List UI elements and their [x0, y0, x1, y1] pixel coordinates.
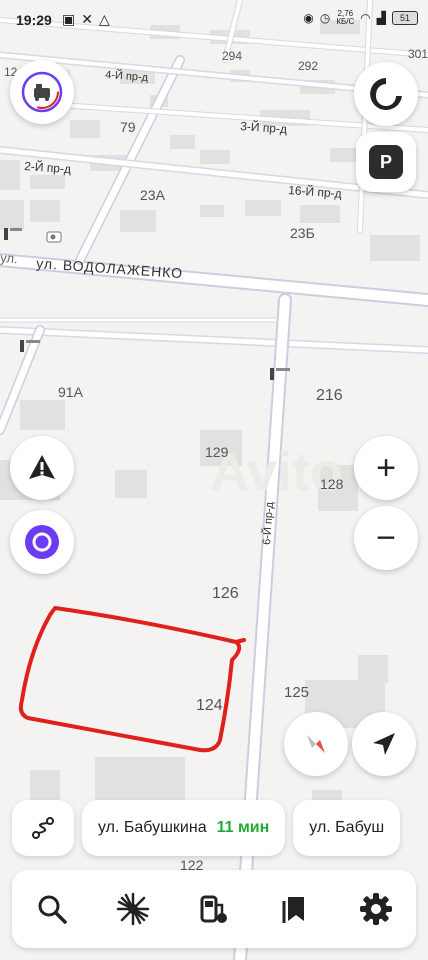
fuel-button[interactable]: [184, 879, 244, 939]
profile-button[interactable]: [10, 60, 74, 124]
house-number: 301: [408, 47, 428, 61]
alice-icon: [25, 525, 59, 559]
status-time: 19:29: [16, 12, 52, 28]
plus-icon: +: [376, 449, 396, 487]
fuel-station-icon: [200, 895, 227, 923]
bookmarks-button[interactable]: [265, 879, 325, 939]
house-number: 126: [212, 585, 239, 602]
route-suggestion-2[interactable]: ул. Бабуш: [293, 800, 401, 856]
status-left-icons: ▣ ✕ △: [62, 11, 110, 28]
wifi-icon: ◠: [360, 11, 371, 25]
road-event-warning-icon: [29, 455, 55, 479]
layers-icon: [370, 78, 402, 110]
zoom-in-button[interactable]: +: [354, 436, 418, 500]
discovery-star-icon: [116, 892, 150, 926]
status-bar: 19:29 ▣ ✕ △ ◉ ◷ 2,76 КБ/С ◠ ▟ 51: [0, 0, 428, 40]
route-destination: ул. Бабуш: [309, 819, 385, 836]
house-number: 23А: [140, 187, 166, 203]
street-prefix-label: ул.: [0, 250, 18, 266]
road-events-button[interactable]: [10, 436, 74, 500]
gear-icon: [359, 893, 392, 925]
minus-icon: −: [376, 519, 396, 557]
watermark-text: Avito: [210, 442, 343, 502]
route-suggestion-1[interactable]: ул. Бабушкина 11 мин: [82, 800, 286, 856]
battery-indicator: 51: [392, 11, 418, 25]
bookmarks-icon: [282, 897, 304, 923]
net-speed-unit: КБ/С: [336, 17, 355, 26]
discovery-button[interactable]: [103, 879, 163, 939]
house-number: 125: [284, 684, 309, 701]
route-destination: ул. Бабушкина: [98, 819, 207, 836]
compass-icon: [307, 735, 325, 753]
search-icon: [38, 895, 68, 924]
screen-record-icon: ▣: [62, 11, 76, 27]
signal-icon: ▟: [376, 11, 386, 25]
camera-icon: [46, 231, 62, 243]
parking-button[interactable]: P: [356, 132, 416, 192]
net-speed: 2,76 КБ/С: [336, 10, 354, 26]
parking-icon: P: [369, 145, 403, 179]
house-number: 294: [222, 49, 242, 63]
house-number: 79: [120, 119, 136, 135]
profile-avatar-icon: [21, 71, 63, 113]
status-right-icons: ◉ ◷ 2,76 КБ/С ◠ ▟ 51: [303, 10, 418, 26]
house-number: 216: [316, 387, 343, 404]
house-number: 23Б: [290, 225, 315, 241]
route-suggestions-bar: ул. Бабушкина 11 мин ул. Бабуш: [12, 800, 428, 856]
location-icon: ◉: [303, 11, 314, 25]
compass-button[interactable]: [284, 712, 348, 776]
house-number: 292: [298, 59, 318, 73]
warning-icon: △: [98, 11, 110, 27]
tools-icon: ✕: [81, 11, 93, 27]
my-location-button[interactable]: [352, 712, 416, 776]
zoom-out-button[interactable]: −: [354, 506, 418, 570]
route-icon: [32, 817, 54, 839]
house-number: 91А: [58, 384, 84, 400]
route-options-button[interactable]: [12, 800, 74, 856]
route-eta: 11 мин: [216, 819, 270, 836]
house-number: 128: [320, 476, 344, 492]
navigation-arrow-icon: [373, 733, 395, 755]
settings-button[interactable]: [346, 879, 406, 939]
layers-button[interactable]: [354, 62, 418, 126]
bottom-navigation: [12, 870, 416, 948]
house-number: 129: [205, 444, 229, 460]
alice-assistant-button[interactable]: [10, 510, 74, 574]
house-number: 124: [196, 697, 223, 714]
search-button[interactable]: [22, 879, 82, 939]
alarm-icon: ◷: [319, 11, 331, 25]
